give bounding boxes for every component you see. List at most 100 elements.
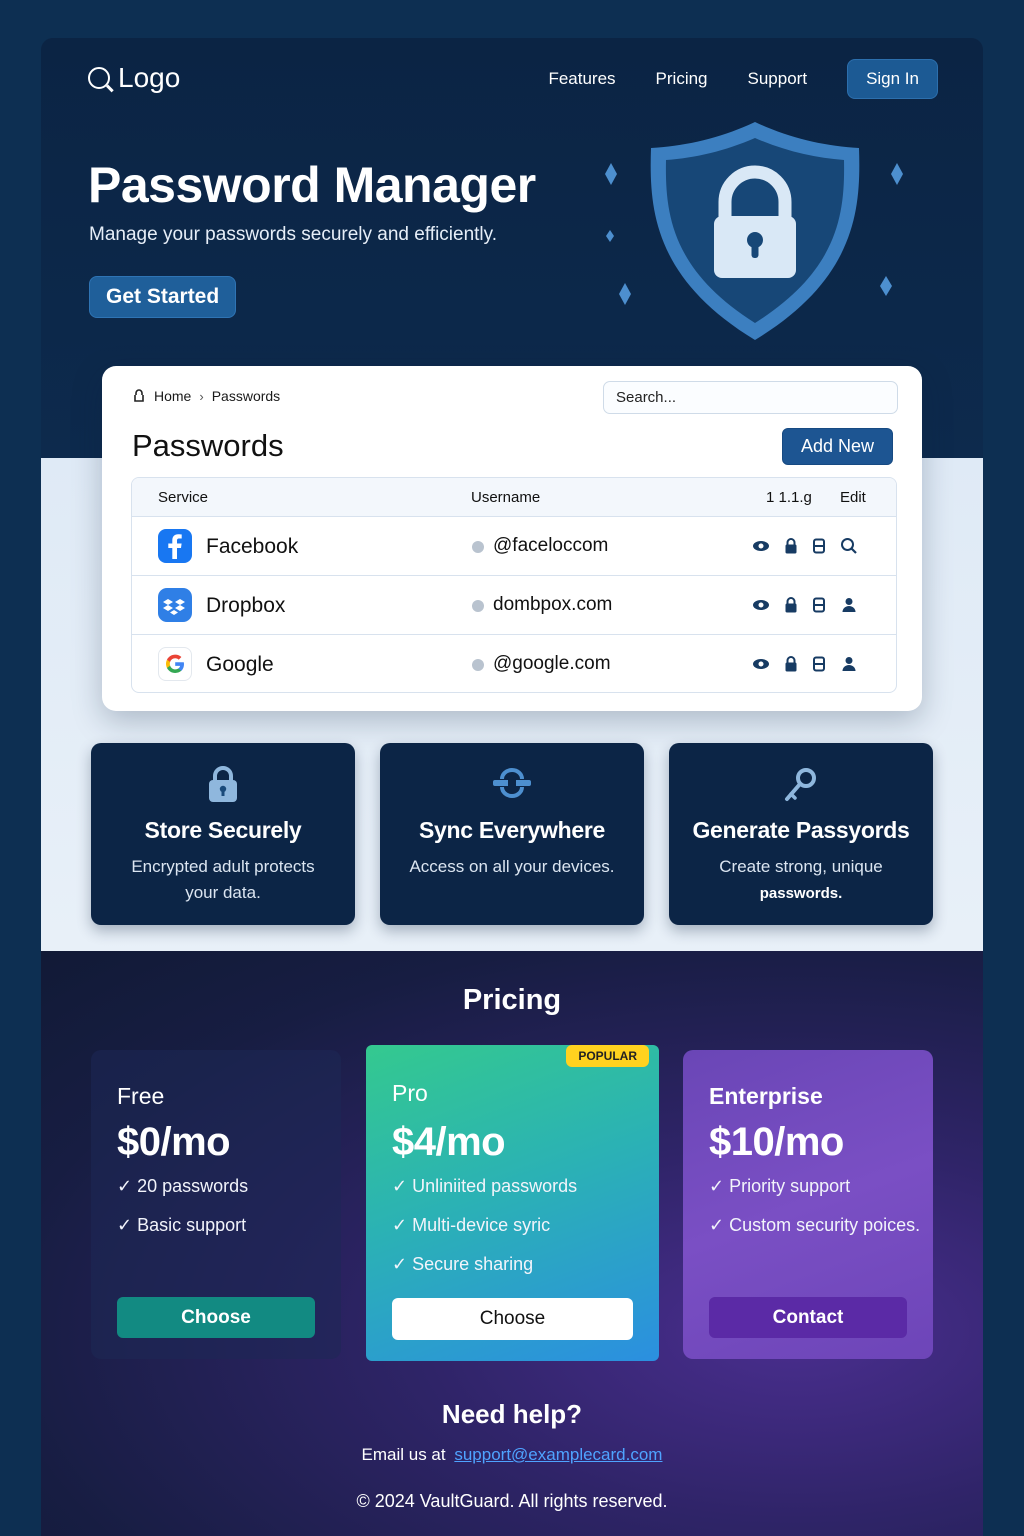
feature-description: Create strong, unique passwords. <box>719 857 883 902</box>
table-row[interactable]: Google @google.com <box>132 635 896 692</box>
username: @faceloccom <box>493 535 609 556</box>
page-frame: Logo Features Pricing Support Sign In Pa… <box>41 38 983 1536</box>
column-header-service[interactable]: Service <box>158 489 208 506</box>
copy-icon[interactable] <box>812 597 826 613</box>
passwords-table: Service Username 1 1.1.g Edit Facebook @… <box>131 477 897 693</box>
search-icon <box>88 67 110 89</box>
nav-link-pricing[interactable]: Pricing <box>656 69 708 89</box>
eye-icon[interactable] <box>752 540 770 552</box>
feature-card-store: Store Securely Encrypted adult protects y… <box>91 743 355 925</box>
row-actions <box>752 655 858 673</box>
feature-card-generate: Generate Passyords Create strong, unique… <box>669 743 933 925</box>
home-icon <box>134 389 144 402</box>
add-new-button[interactable]: Add New <box>782 428 894 465</box>
plan-feature: ✓ Basic support <box>117 1215 247 1235</box>
shield-lock-icon <box>605 122 903 340</box>
table-row[interactable]: Facebook @faceloccom <box>132 517 896 576</box>
hero-title: Password Manager <box>88 157 536 213</box>
plan-price: $0/mo <box>117 1120 231 1164</box>
user-icon[interactable] <box>840 655 858 673</box>
logo[interactable]: Logo <box>88 62 180 94</box>
plan-feature: ✓ 20 passwords <box>117 1176 249 1196</box>
plan-name: Enterprise <box>709 1083 823 1109</box>
choose-pro-button[interactable]: Choose <box>392 1298 633 1340</box>
service-name: Facebook <box>206 535 299 558</box>
feature-description: Access on all your devices. <box>409 857 615 876</box>
column-header-username[interactable]: Username <box>471 489 540 506</box>
plan-feature: ✓ Secure sharing <box>392 1254 534 1274</box>
search-icon[interactable] <box>840 537 858 555</box>
top-nav: Features Pricing Support Sign In <box>548 59 938 99</box>
copyright: © 2024 VaultGuard. All rights reserved. <box>356 1491 668 1511</box>
user-icon[interactable] <box>840 596 858 614</box>
contact-button[interactable]: Contact <box>709 1297 907 1338</box>
plan-price: $4/mo <box>392 1120 506 1164</box>
help-line: Email us at support@examplecard.com <box>41 1445 983 1465</box>
plan-name: Pro <box>392 1080 428 1106</box>
copy-icon[interactable] <box>812 538 826 554</box>
service-name: Google <box>206 653 274 676</box>
google-icon <box>158 647 192 681</box>
sparkle-icon <box>880 276 892 296</box>
lock-icon[interactable] <box>784 597 798 613</box>
service-name: Dropbox <box>206 594 286 617</box>
sparkle-icon <box>605 163 617 185</box>
nav-link-features[interactable]: Features <box>548 69 615 89</box>
sync-icon <box>493 768 531 798</box>
get-started-button[interactable]: Get Started <box>89 276 237 318</box>
copy-icon[interactable] <box>812 656 826 672</box>
feature-title: Store Securely <box>144 817 302 843</box>
lock-icon[interactable] <box>784 656 798 672</box>
lock-icon[interactable] <box>784 538 798 554</box>
page-title: Passwords <box>132 428 284 463</box>
passwords-panel: Home › Passwords Passwords Add New Servi… <box>102 366 922 711</box>
plan-card-free: Free $0/mo ✓ 20 passwords ✓ Basic suppor… <box>91 1050 341 1359</box>
logo-text: Logo <box>118 62 181 93</box>
pricing-title: Pricing <box>462 984 562 1016</box>
plan-price: $10/mo <box>709 1120 844 1164</box>
support-email-link[interactable]: support@examplecard.com <box>454 1445 662 1464</box>
plan-card-enterprise: Enterprise $10/mo ✓ Priority support ✓ C… <box>683 1050 933 1359</box>
breadcrumb: Home › Passwords <box>132 388 280 404</box>
plan-feature: ✓ Multi-device syric <box>392 1215 551 1235</box>
table-row[interactable]: Dropbox dombpox.com <box>132 576 896 635</box>
plan-card-pro: POPULAR Pro $4/mo ✓ Unliniited passwords… <box>366 1045 659 1361</box>
feature-title: Sync Everywhere <box>418 817 605 843</box>
row-actions <box>752 537 858 555</box>
status-dot <box>472 659 484 671</box>
eye-icon[interactable] <box>752 599 770 611</box>
popular-badge: POPULAR <box>566 1045 649 1067</box>
hero-subtitle: Manage your passwords securely and effic… <box>89 224 498 245</box>
username: dombpox.com <box>493 594 613 615</box>
chevron-right-icon: › <box>199 388 204 404</box>
plan-name: Free <box>117 1083 165 1109</box>
breadcrumb-home[interactable]: Home <box>154 388 191 404</box>
username: @google.com <box>493 653 611 674</box>
sparkle-icon <box>891 163 903 185</box>
status-dot <box>472 600 484 612</box>
breadcrumb-passwords[interactable]: Passwords <box>212 388 280 404</box>
lock-icon <box>209 766 237 802</box>
search-input[interactable] <box>603 381 898 414</box>
help-prefix: Email us at <box>361 1445 446 1464</box>
feature-title: Generate Passyords <box>692 817 910 843</box>
table-header: Service Username 1 1.1.g Edit <box>132 478 896 517</box>
sign-in-button[interactable]: Sign In <box>847 59 938 99</box>
plan-feature: ✓ Unliniited passwords <box>392 1176 578 1196</box>
sparkle-icon <box>619 283 631 305</box>
choose-free-button[interactable]: Choose <box>117 1297 315 1338</box>
sparkle-icon <box>606 230 614 242</box>
row-actions <box>752 596 858 614</box>
feature-description: Encrypted adult protects your data. <box>131 857 315 902</box>
column-header-misc[interactable]: 1 1.1.g <box>766 489 812 506</box>
help-title: Need help? <box>441 1399 583 1429</box>
plan-feature: ✓ Custom security poices. <box>709 1215 921 1235</box>
eye-icon[interactable] <box>752 658 770 670</box>
nav-link-support[interactable]: Support <box>748 69 808 89</box>
plan-feature: ✓ Priority support <box>709 1176 851 1196</box>
facebook-icon <box>158 529 192 563</box>
column-header-edit[interactable]: Edit <box>840 489 866 506</box>
key-icon <box>785 768 816 801</box>
status-dot <box>472 541 484 553</box>
feature-card-sync: Sync Everywhere Access on all your devic… <box>380 743 644 925</box>
